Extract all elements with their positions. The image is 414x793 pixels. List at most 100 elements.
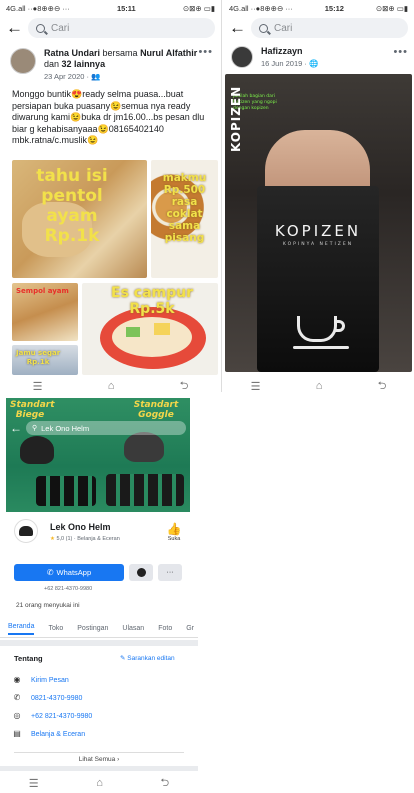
messenger-icon bbox=[136, 568, 146, 577]
search-icon bbox=[36, 23, 45, 33]
cover-brand-right: Standart Goggle bbox=[133, 400, 179, 420]
photo-caption: makmu Rp.500 rasa coklat sama pisang bbox=[162, 172, 207, 244]
about-title: Tentang bbox=[14, 654, 43, 663]
tagged-name[interactable]: Nurul Alfathir bbox=[140, 48, 197, 58]
back-arrow-icon[interactable]: ← bbox=[229, 18, 251, 38]
status-time: 15:11 bbox=[116, 3, 136, 13]
about-row-whatsapp[interactable]: ◎ +62 821-4370-9980 bbox=[0, 708, 198, 724]
photo-caption: Jamu segar Rp.1k bbox=[16, 349, 61, 366]
about-row-category[interactable]: ▤ Belanja & Eceran bbox=[0, 726, 198, 742]
about-list: ◉ Kirim Pesan ✆ 0821-4370-9980 ◎ +62 821… bbox=[0, 672, 198, 742]
post-image-kopizen[interactable]: Jadilah bagian dari Netizen yang ngopi d… bbox=[225, 74, 412, 372]
home-nav-icon[interactable]: ⌂ bbox=[96, 777, 103, 789]
photo-makmu[interactable]: makmu Rp.500 rasa coklat sama pisang bbox=[151, 160, 218, 278]
photo-es-campur[interactable]: Es campur Rp.5k bbox=[82, 283, 218, 375]
post-date: 16 Jun 2019 · 🌐 bbox=[261, 59, 319, 68]
author-name[interactable]: Ratna Undari bbox=[44, 48, 100, 58]
status-bar: 4G.all ··●8⊕⊕⊖ ··· 15:12 ⊙⊠⊕ ▭▮ bbox=[223, 0, 414, 16]
home-nav-icon[interactable]: ⌂ bbox=[108, 380, 115, 392]
chevron-right-icon: › bbox=[117, 756, 120, 763]
tab-ulasan[interactable]: Ulasan bbox=[122, 625, 144, 632]
pencil-icon: ✎ bbox=[120, 655, 126, 662]
back-arrow-icon[interactable]: ← bbox=[6, 18, 28, 38]
post-title: Ratna Undari bersama Nurul Alfathir dan … bbox=[44, 48, 204, 70]
search-input[interactable]: ⚲ Lek Ono Helm bbox=[26, 421, 186, 435]
others-link[interactable]: 32 lainnya bbox=[62, 59, 106, 69]
divider bbox=[0, 766, 198, 771]
phone-icon: ✆ bbox=[13, 693, 21, 702]
post-date: 23 Apr 2020 · 👥 bbox=[44, 72, 101, 81]
avatar[interactable] bbox=[231, 46, 253, 68]
see-all-link[interactable]: Lihat Semua › bbox=[0, 756, 198, 763]
divider bbox=[14, 752, 184, 753]
photo-caption: tahu isi pentol ayam Rp.1k bbox=[36, 166, 108, 246]
more-button[interactable]: ··· bbox=[158, 564, 182, 581]
menu-nav-icon[interactable]: ☰ bbox=[29, 777, 39, 790]
post-screen-ratna: 4G.all ··●8⊕⊕⊖ ··· 15:11 ⊙⊠⊕ ▭▮ ← Cari R… bbox=[0, 0, 222, 396]
cover-photo[interactable]: Standart Biege Standart Goggle ← ⚲ Lek O… bbox=[6, 398, 190, 512]
photo-caption: Es campur Rp.5k bbox=[111, 285, 193, 317]
more-options-icon[interactable]: ••• bbox=[198, 46, 213, 58]
search-icon: ⚲ bbox=[32, 425, 38, 432]
whatsapp-button[interactable]: ✆ WhatsApp bbox=[14, 564, 124, 581]
thumbs-up-icon: 👍 bbox=[166, 522, 182, 536]
about-row-message[interactable]: ◉ Kirim Pesan bbox=[0, 672, 198, 688]
with-text: bersama bbox=[102, 48, 138, 58]
photo-caption: Sempol ayam bbox=[16, 287, 69, 295]
store-icon: ▤ bbox=[13, 729, 21, 738]
photo-sempol[interactable]: Sempol ayam bbox=[12, 283, 78, 341]
like-page-button[interactable]: 👍 Suka bbox=[162, 522, 186, 542]
back-nav-icon[interactable]: ⮌ bbox=[378, 377, 387, 396]
whatsapp-icon: ◎ bbox=[13, 711, 21, 720]
search-icon bbox=[259, 23, 268, 33]
search-bar: ← Cari bbox=[0, 16, 221, 40]
menu-nav-icon[interactable]: ☰ bbox=[251, 380, 261, 393]
back-nav-icon[interactable]: ⮌ bbox=[160, 774, 169, 793]
back-arrow-icon[interactable]: ← bbox=[10, 421, 26, 435]
suggest-edit-link[interactable]: ✎ Sarankan editan bbox=[120, 654, 175, 662]
page-avatar[interactable] bbox=[14, 519, 38, 543]
phone-under-button: +62 821-4370-9980 bbox=[44, 586, 93, 592]
tab-foto[interactable]: Foto bbox=[158, 625, 172, 632]
whatsapp-label: WhatsApp bbox=[56, 568, 92, 577]
status-bar: 4G.all ··●8⊕⊕⊖ ··· 15:11 ⊙⊠⊕ ▭▮ bbox=[0, 0, 221, 16]
search-placeholder: Cari bbox=[51, 22, 70, 34]
photo-jamu[interactable]: Jamu segar Rp.1k bbox=[12, 345, 78, 375]
photo-tahu-isi[interactable]: tahu isi pentol ayam Rp.1k bbox=[12, 160, 147, 278]
brand-tagline: KOPINYA NETIZEN bbox=[282, 242, 354, 247]
search-placeholder: Cari bbox=[274, 22, 293, 34]
search-bar: ← ⚲ Lek Ono Helm bbox=[10, 420, 186, 436]
post-screen-hafizzayn: 4G.all ··●8⊕⊕⊖ ··· 15:12 ⊙⊠⊕ ▭▮ ← Cari H… bbox=[223, 0, 414, 396]
page-tabs: Beranda Toko Postingan Ulasan Foto Gr bbox=[0, 620, 198, 638]
messenger-icon: ◉ bbox=[13, 675, 21, 684]
brand-vertical: KOPIZEN bbox=[229, 85, 243, 152]
messenger-button[interactable] bbox=[129, 564, 153, 581]
search-input[interactable]: Cari bbox=[251, 18, 408, 38]
divider bbox=[0, 640, 198, 646]
star-icon: ★ bbox=[50, 536, 55, 542]
search-value: Lek Ono Helm bbox=[41, 423, 90, 433]
tab-grup[interactable]: Gr bbox=[186, 625, 194, 632]
status-right: ⊙⊠⊕ ▭▮ bbox=[375, 3, 408, 13]
search-input[interactable]: Cari bbox=[28, 18, 215, 38]
cover-brand-left: Standart Biege bbox=[10, 400, 55, 420]
more-options-icon[interactable]: ••• bbox=[393, 46, 408, 58]
post-header: Hafizzayn 16 Jun 2019 · 🌐 ••• bbox=[223, 40, 414, 68]
author-name[interactable]: Hafizzayn bbox=[261, 46, 303, 56]
post-text: Monggo buntik😍ready selma puasa...buat p… bbox=[12, 89, 205, 145]
system-nav-bar: ☰ ⌂ ⮌ bbox=[223, 376, 414, 396]
system-nav-bar: ☰ ⌂ ⮌ bbox=[0, 774, 198, 792]
menu-nav-icon[interactable]: ☰ bbox=[33, 380, 43, 393]
coffee-cup-icon bbox=[297, 316, 337, 342]
page-name: Lek Ono Helm bbox=[50, 522, 111, 532]
about-row-phone[interactable]: ✆ 0821-4370-9980 bbox=[0, 690, 198, 706]
page-rating: ★ 5,0 (1) · Belanja & Eceran bbox=[50, 536, 120, 542]
and-text: dan bbox=[44, 59, 60, 69]
search-bar: ← Cari bbox=[223, 16, 414, 40]
tab-toko[interactable]: Toko bbox=[48, 625, 63, 632]
avatar[interactable] bbox=[10, 48, 36, 74]
brand-name: KOPIZEN bbox=[274, 222, 362, 240]
home-nav-icon[interactable]: ⌂ bbox=[316, 380, 323, 392]
tab-postingan[interactable]: Postingan bbox=[77, 625, 108, 632]
tab-beranda[interactable]: Beranda bbox=[8, 623, 35, 635]
